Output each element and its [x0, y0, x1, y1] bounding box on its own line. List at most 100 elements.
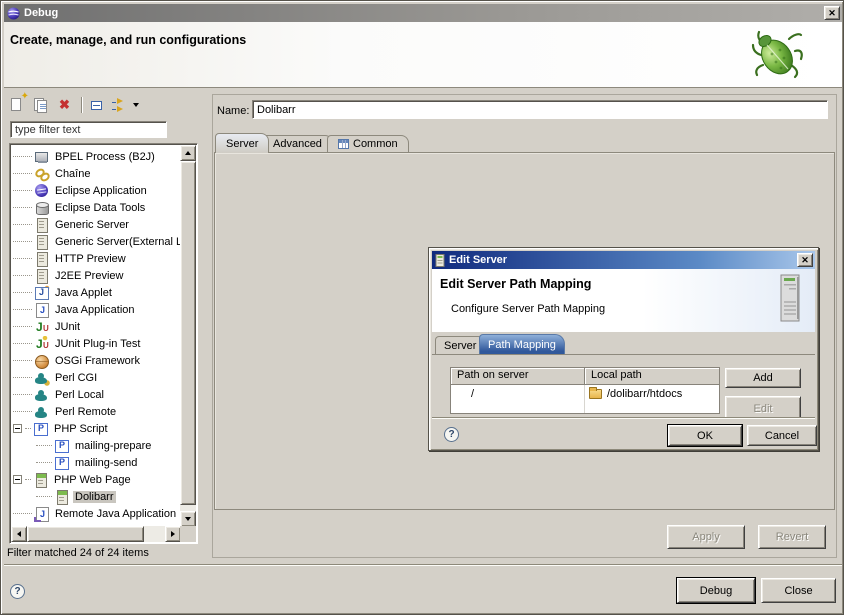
tree-viewport: BPEL Process (B2J) Chaîne Eclipse Applic…: [11, 145, 181, 527]
filter-lines-icon: [112, 102, 116, 103]
collapse-toggle[interactable]: [13, 424, 22, 433]
dialog-help-button[interactable]: ?: [444, 427, 459, 442]
j2ee-preview-icon: [34, 268, 50, 284]
add-mapping-button[interactable]: Add: [725, 368, 801, 388]
dialog-title: Edit Server: [449, 254, 507, 266]
debug-configurations-window: Debug ✕ Create, manage, and run configur…: [0, 0, 844, 615]
tree-item[interactable]: Perl CGI: [11, 369, 181, 386]
tree-vertical-scrollbar[interactable]: [180, 145, 196, 527]
window-titlebar: Debug ✕: [4, 4, 842, 22]
dialog-tab-path-mapping[interactable]: Path Mapping: [479, 334, 565, 354]
tree-item[interactable]: JUnit: [11, 318, 181, 335]
column-local-path[interactable]: Local path: [585, 368, 720, 385]
filter-arrow-icon: [117, 98, 123, 104]
php-web-page-icon: [54, 489, 70, 505]
osgi-framework-icon: [34, 353, 50, 369]
dialog-close-button[interactable]: ✕: [797, 253, 813, 267]
tree-item[interactable]: mailing-send: [11, 454, 181, 471]
tab-server[interactable]: Server: [215, 133, 269, 153]
collapse-toggle[interactable]: [13, 475, 22, 484]
eclipse-icon: [7, 7, 20, 20]
chain-icon: [34, 166, 50, 182]
tree-item-selected[interactable]: Dolibarr: [11, 488, 181, 505]
scroll-down-button[interactable]: [180, 511, 196, 527]
name-label: Name:: [217, 105, 249, 117]
filter-launch-configs-button[interactable]: [109, 95, 131, 115]
ok-button[interactable]: OK: [668, 425, 742, 446]
perl-cgi-icon: [34, 370, 50, 386]
junit-icon: [34, 319, 50, 335]
copy-page2-icon: [37, 100, 47, 113]
banner-heading: Create, manage, and run configurations: [10, 33, 246, 47]
php-file-icon: [54, 438, 70, 454]
horizontal-scroll-thumb[interactable]: [27, 526, 144, 542]
php-script-icon: [33, 421, 49, 437]
tree-item[interactable]: Java Applet: [11, 284, 181, 301]
tab-common[interactable]: Common: [327, 135, 409, 152]
vertical-scroll-thumb[interactable]: [180, 161, 196, 505]
close-button[interactable]: Close: [761, 578, 836, 603]
debug-button[interactable]: Debug: [677, 578, 755, 603]
tree-item[interactable]: JUnit Plug-in Test: [11, 335, 181, 352]
tree-item[interactable]: mailing-prepare: [11, 437, 181, 454]
copy-lines-icon: [40, 104, 46, 105]
delete-configuration-button[interactable]: ✖: [55, 95, 77, 115]
tree-item[interactable]: OSGi Framework: [11, 352, 181, 369]
dialog-subheading: Configure Server Path Mapping: [451, 303, 605, 315]
name-input[interactable]: [252, 100, 828, 119]
tree-item[interactable]: PHP Web Page: [11, 471, 181, 488]
scroll-up-button[interactable]: [180, 145, 196, 161]
local-path-cell: /dolibarr/htdocs: [585, 385, 720, 402]
scroll-left-button[interactable]: [11, 526, 27, 542]
dialog-tab-server[interactable]: Server: [435, 336, 485, 354]
filter-input[interactable]: [10, 121, 167, 138]
folder-icon: [589, 389, 602, 399]
scrollbar-corner: [180, 526, 196, 542]
toolbar-menu-button[interactable]: [131, 95, 143, 115]
remote-java-icon: [34, 506, 50, 522]
table-row-empty: [451, 402, 719, 414]
server-tower-icon: [775, 273, 805, 325]
filter-arrow2-icon: [117, 106, 123, 112]
tree-item[interactable]: BPEL Process (B2J): [11, 148, 181, 165]
collapse-all-button[interactable]: [86, 95, 108, 115]
tab-advanced[interactable]: Advanced: [262, 135, 333, 152]
scroll-right-button[interactable]: [165, 526, 181, 542]
java-application-icon: [34, 302, 50, 318]
perl-remote-icon: [34, 404, 50, 420]
tree-item[interactable]: Eclipse Application: [11, 182, 181, 199]
new-star-icon: ✦: [21, 92, 29, 102]
perl-local-icon: [34, 387, 50, 403]
dialog-button-bar: ? OK Cancel: [432, 417, 815, 447]
help-button[interactable]: ?: [10, 584, 25, 599]
cancel-button[interactable]: Cancel: [747, 425, 817, 446]
toolbar-separator: [81, 97, 83, 113]
revert-button[interactable]: Revert: [758, 525, 826, 549]
tree-item[interactable]: Generic Server(External La: [11, 233, 181, 250]
eclipse-application-icon: [34, 183, 50, 199]
tree-item[interactable]: Perl Local: [11, 386, 181, 403]
filter-status-text: Filter matched 24 of 24 items: [7, 547, 149, 559]
duplicate-configuration-button[interactable]: [31, 95, 53, 115]
tree-item[interactable]: Perl Remote: [11, 403, 181, 420]
tree-item[interactable]: Generic Server: [11, 216, 181, 233]
debug-bug-icon: [750, 24, 804, 82]
tree-item[interactable]: J2EE Preview: [11, 267, 181, 284]
window-title: Debug: [24, 7, 58, 19]
tree-item[interactable]: Chaîne: [11, 165, 181, 182]
tree-item[interactable]: Remote Java Application: [11, 505, 181, 522]
table-row[interactable]: / /dolibarr/htdocs: [451, 385, 719, 402]
chevron-down-icon: [133, 103, 139, 107]
apply-button[interactable]: Apply: [667, 525, 745, 549]
column-path-on-server[interactable]: Path on server: [451, 368, 585, 385]
tree-item[interactable]: Eclipse Data Tools: [11, 199, 181, 216]
tree-horizontal-scrollbar[interactable]: [11, 526, 181, 542]
tree-item[interactable]: Java Application: [11, 301, 181, 318]
server-icon: [435, 254, 445, 267]
new-configuration-button[interactable]: ✦: [7, 95, 29, 115]
dialog-heading: Edit Server Path Mapping: [440, 277, 591, 291]
tree-item[interactable]: PHP Script: [11, 420, 181, 437]
tree-item[interactable]: HTTP Preview: [11, 250, 181, 267]
data-tools-icon: [34, 200, 50, 216]
window-close-button[interactable]: ✕: [824, 6, 840, 20]
